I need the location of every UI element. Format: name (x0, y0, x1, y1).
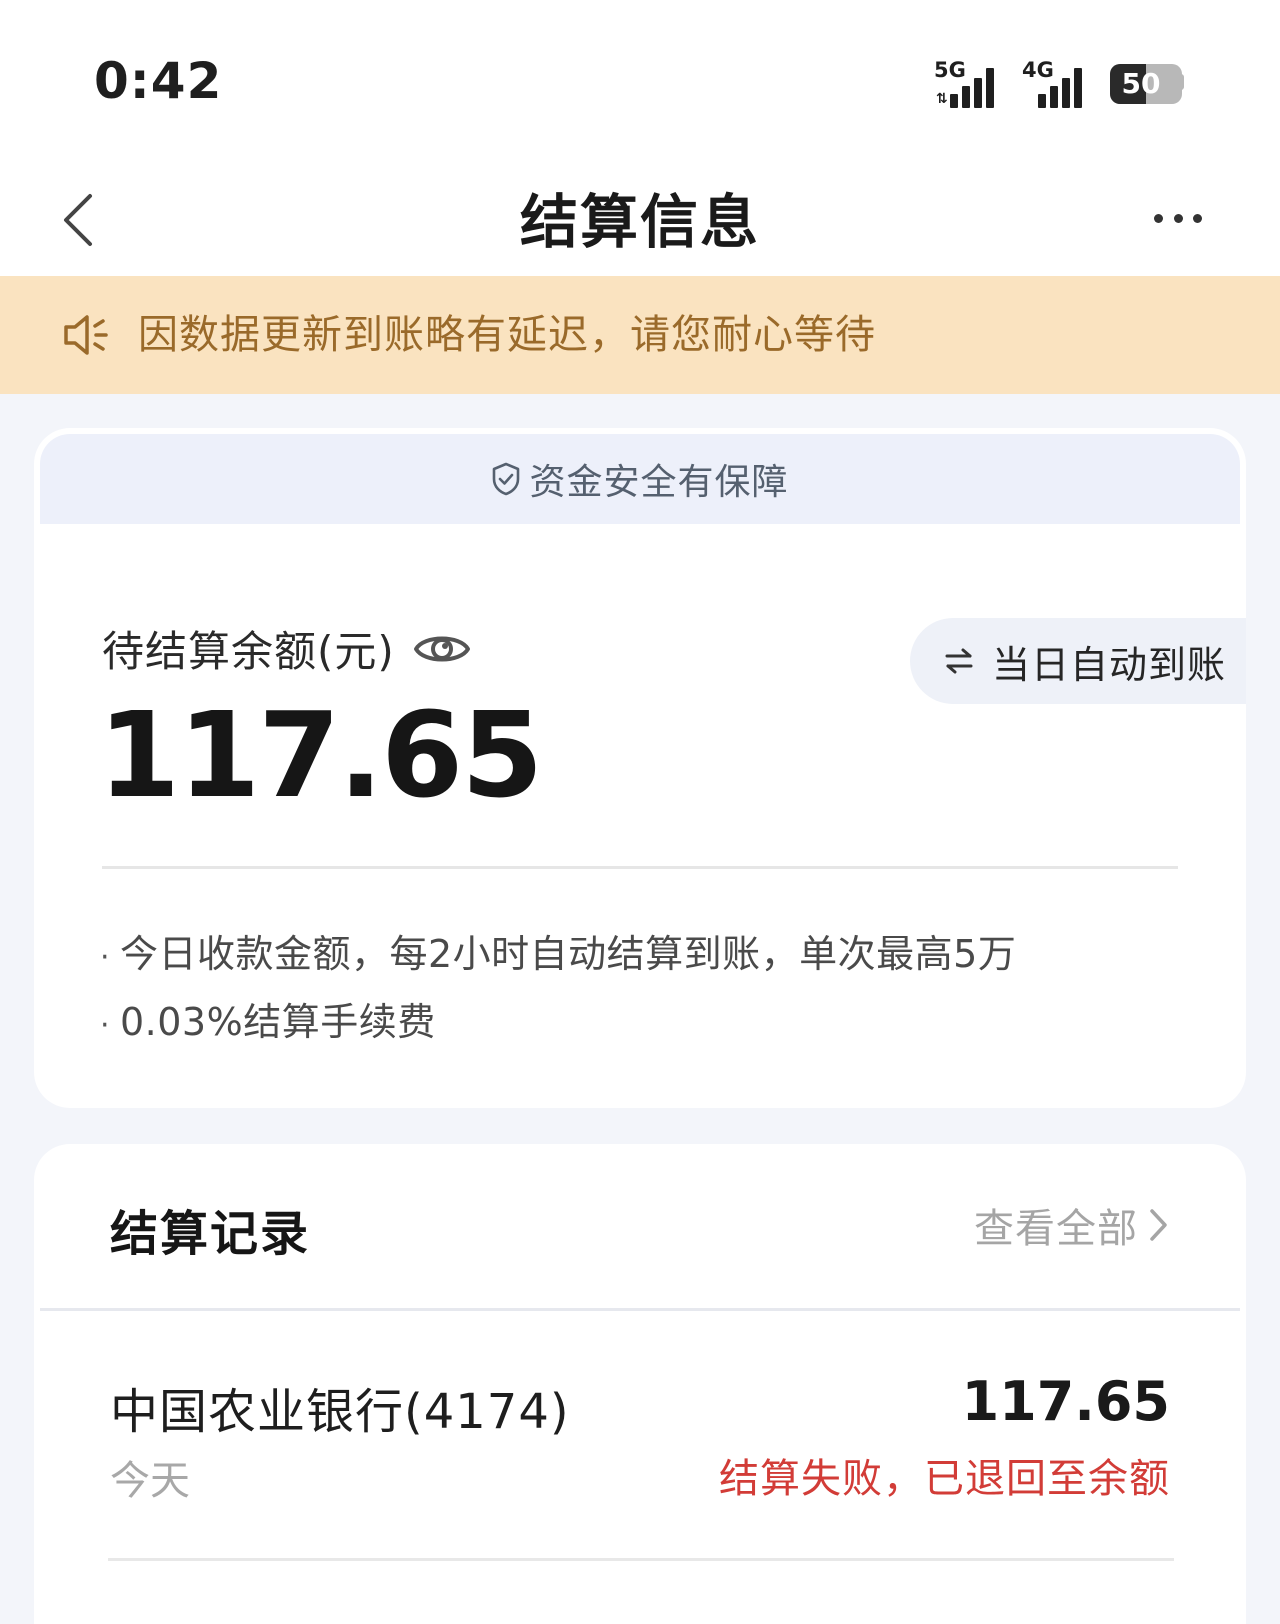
swap-icon (945, 648, 973, 674)
speaker-icon (64, 315, 108, 355)
balance-label-row: 待结算余额(元) (102, 618, 471, 679)
battery-icon: 50 (1110, 64, 1182, 104)
page-title: 结算信息 (519, 188, 760, 256)
chevron-right-icon (1150, 1209, 1167, 1241)
notice-banner[interactable]: 因数据更新到账略有延迟，请您耐心等待 (0, 276, 1280, 394)
more-icon[interactable] (1154, 208, 1202, 228)
records-divider (40, 1308, 1240, 1311)
records-card: 结算记录 查看全部 中国农业银行(4174) 今天 117.65 结算失败，已退… (34, 1144, 1246, 1624)
signal-4g-label: 4G (1022, 58, 1054, 82)
eye-icon[interactable] (413, 629, 471, 669)
settlement-notes: · 今日收款金额，每2小时自动结算到账，单次最高5万 · 0.03%结算手续费 (100, 922, 1016, 1058)
safety-strip: 资金安全有保障 (40, 434, 1240, 524)
record-divider (108, 1558, 1174, 1561)
battery-tip (1178, 74, 1184, 90)
record-amount: 117.65 (961, 1370, 1170, 1433)
shield-icon (493, 462, 520, 496)
note-item: · 0.03%结算手续费 (100, 1000, 436, 1044)
signal-5g-label: 5G (934, 58, 966, 82)
balance-divider (102, 866, 1178, 869)
auto-settle-label: 当日自动到账 (992, 642, 1227, 687)
note-item: · 今日收款金额，每2小时自动结算到账，单次最高5万 (100, 932, 1017, 976)
note-text: 0.03%结算手续费 (120, 1000, 436, 1044)
record-row[interactable]: 中国农业银行(4174) 今天 117.65 结算失败，已退回至余额 (34, 1312, 1246, 1582)
status-bar: 0:42 5G ⇅ 4G 50 (0, 0, 1280, 170)
data-arrows-icon: ⇅ (936, 91, 948, 107)
view-all-link[interactable]: 查看全部 (974, 1196, 1170, 1254)
record-status: 结算失败，已退回至余额 (719, 1456, 1170, 1502)
battery-level: 50 (1121, 67, 1161, 100)
record-date: 今天 (110, 1458, 190, 1504)
status-time: 0:42 (94, 52, 223, 110)
status-icons: 5G ⇅ 4G 50 (934, 58, 1182, 108)
balance-label: 待结算余额(元) (102, 627, 395, 676)
records-title: 结算记录 (110, 1206, 311, 1262)
view-all-label: 查看全部 (974, 1206, 1138, 1252)
notice-text: 因数据更新到账略有延迟，请您耐心等待 (138, 312, 876, 358)
safety-text: 资金安全有保障 (529, 462, 789, 503)
signal-5g-icon: 5G ⇅ (934, 58, 1006, 108)
note-text: 今日收款金额，每2小时自动结算到账，单次最高5万 (120, 932, 1017, 976)
balance-card: 资金安全有保障 待结算余额(元) 117.65 当日自动到账 · 今日收款金额，每… (34, 428, 1246, 1108)
auto-settle-button[interactable]: 当日自动到账 (910, 618, 1246, 704)
record-bank: 中国农业银行(4174) (110, 1384, 570, 1440)
header: 结算信息 (0, 170, 1280, 276)
signal-4g-icon: 4G (1022, 58, 1094, 108)
balance-amount: 117.65 (98, 686, 543, 824)
